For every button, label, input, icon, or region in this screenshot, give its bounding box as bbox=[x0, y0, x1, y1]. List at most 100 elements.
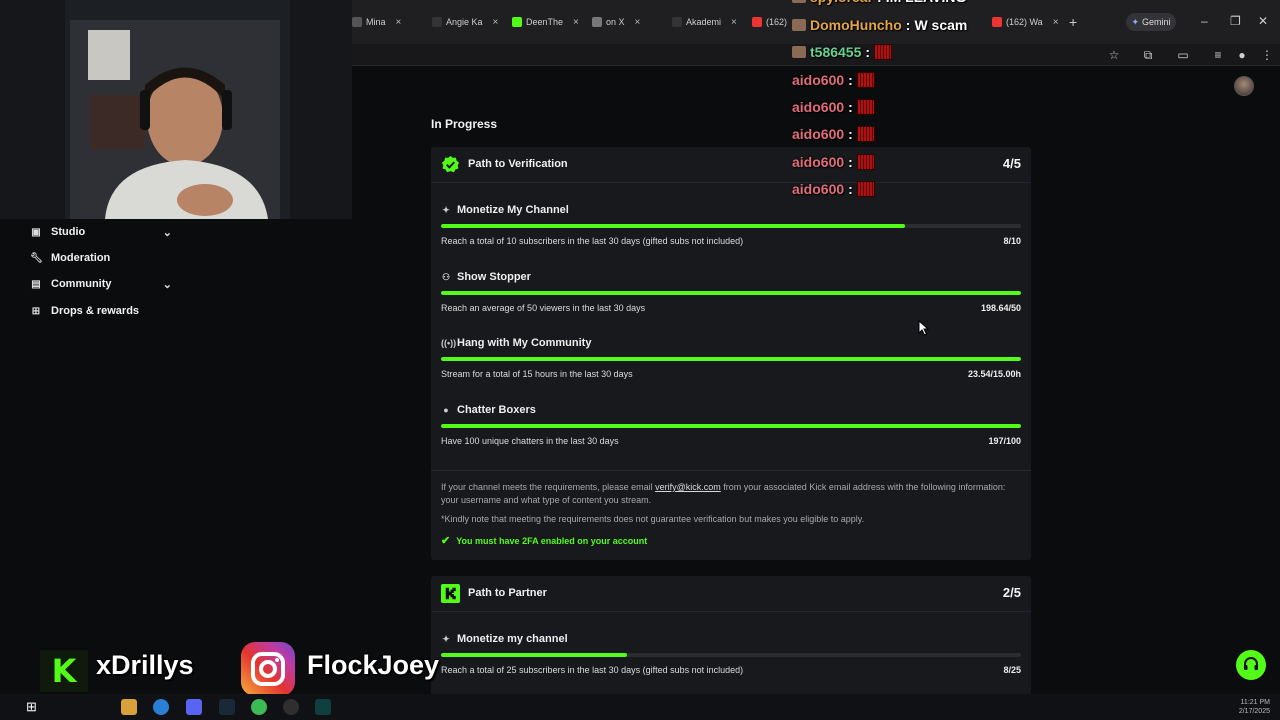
requirement-title: Monetize my channel bbox=[457, 633, 568, 645]
chat-username[interactable]: aido600 bbox=[792, 154, 844, 170]
tab-close-icon[interactable]: × bbox=[493, 17, 499, 28]
gift-icon: ⊞ bbox=[31, 305, 41, 317]
chat-username[interactable]: aido600 bbox=[792, 72, 844, 88]
sidebar-item-label: Studio bbox=[51, 226, 86, 238]
extensions-icon[interactable]: ⧉ bbox=[1141, 48, 1155, 62]
windows-start-icon[interactable]: ⊞ bbox=[26, 699, 42, 715]
browser-tab[interactable]: Akademi × bbox=[672, 12, 737, 32]
chat-username[interactable]: DomoHuncho bbox=[810, 17, 902, 33]
chevron-down-icon[interactable]: ⌄ bbox=[163, 278, 172, 291]
browser-tab[interactable]: Mina × bbox=[352, 12, 401, 32]
chat-badge-icon bbox=[792, 0, 806, 3]
chat-message: aido600: bbox=[792, 154, 875, 170]
chat-username[interactable]: spylorear bbox=[810, 0, 873, 5]
media-icon[interactable]: ≡ bbox=[1211, 48, 1225, 62]
chat-username[interactable]: aido600 bbox=[792, 99, 844, 115]
progress-fill bbox=[441, 653, 627, 657]
chat-message: DomoHuncho: W scam bbox=[792, 17, 967, 33]
clock-date: 2/17/2025 bbox=[1238, 708, 1270, 715]
chat-separator: : bbox=[848, 126, 853, 142]
chat-emote-icon bbox=[856, 126, 875, 142]
sparkle-icon: ✦ bbox=[442, 204, 450, 215]
viewers-icon: ⚇ bbox=[441, 271, 451, 282]
edge-icon[interactable] bbox=[153, 699, 169, 715]
menu-dots-icon[interactable]: ⋮ bbox=[1260, 48, 1274, 62]
gemini-icon: ✦ bbox=[1131, 16, 1140, 27]
requirement-value: 8/25 bbox=[1003, 665, 1021, 675]
section-title-in-progress: In Progress bbox=[431, 117, 498, 131]
bookmark-star-icon[interactable]: ☆ bbox=[1107, 48, 1121, 62]
tab-close-icon[interactable]: × bbox=[396, 17, 402, 28]
tab-close-icon[interactable]: × bbox=[1053, 17, 1059, 28]
requirement-value: 23.54/15.00h bbox=[967, 369, 1021, 379]
community-icon: ▤ bbox=[31, 278, 41, 290]
requirement-chatter-boxers: ● Chatter Boxers Have 100 unique chatters… bbox=[441, 403, 1021, 446]
progress-bar bbox=[441, 291, 1021, 295]
chat-separator: : bbox=[848, 99, 853, 115]
browser-tab[interactable]: Angie Ka × bbox=[432, 12, 498, 32]
card-title: Path to Verification bbox=[468, 158, 568, 170]
progress-fill bbox=[441, 424, 1021, 428]
user-avatar[interactable] bbox=[1234, 76, 1254, 96]
sidebar-item-community[interactable]: ▤ Community ⌄ bbox=[30, 274, 180, 294]
file-explorer-icon[interactable] bbox=[121, 699, 137, 715]
tab-close-icon[interactable]: × bbox=[635, 17, 641, 28]
chrome-icon[interactable] bbox=[251, 699, 267, 715]
discord-icon[interactable] bbox=[186, 699, 202, 715]
tab-close-icon[interactable]: × bbox=[731, 17, 737, 28]
profile-icon[interactable]: ● bbox=[1235, 48, 1249, 62]
progress-count: 2/5 bbox=[1002, 585, 1021, 600]
minimize-icon[interactable]: – bbox=[1201, 14, 1208, 28]
kick-handle: xDrillys bbox=[96, 650, 194, 680]
path-to-verification-card: Path to Verification 4/5 ✦ Monetize My Ch… bbox=[431, 147, 1031, 560]
windows-taskbar: ⊞ 11:21 PM 2/17/2025 bbox=[0, 694, 1280, 720]
gemini-button[interactable]: ✦ Gemini bbox=[1126, 13, 1176, 31]
path-to-partner-card: Path to Partner 2/5 ✦ Monetize my channel… bbox=[431, 576, 1031, 706]
twofa-label: You must have 2FA enabled on your accoun… bbox=[456, 535, 648, 546]
tab-favicon-icon bbox=[512, 17, 522, 27]
obs-icon[interactable] bbox=[283, 699, 299, 715]
instagram-logo bbox=[241, 642, 295, 696]
sidebar-item-studio[interactable]: ▣ Studio ⌄ bbox=[30, 222, 180, 242]
verify-email-link[interactable]: verify@kick.com bbox=[655, 482, 721, 492]
progress-fill bbox=[441, 291, 1021, 295]
chat-username[interactable]: t586455 bbox=[810, 44, 861, 60]
chat-separator: : bbox=[865, 44, 871, 60]
headset-icon bbox=[1244, 657, 1258, 670]
instagram-glyph bbox=[251, 652, 285, 686]
chevron-down-icon[interactable]: ⌄ bbox=[163, 226, 172, 239]
chat-username[interactable]: aido600 bbox=[792, 181, 844, 197]
tab-label: Angie Ka bbox=[446, 17, 483, 27]
tab-close-icon[interactable]: × bbox=[573, 17, 579, 28]
restore-icon[interactable]: ❐ bbox=[1230, 14, 1241, 28]
chat-username[interactable]: aido600 bbox=[792, 126, 844, 142]
tab-label: DeenThe bbox=[526, 17, 564, 27]
chat-message: aido600: bbox=[792, 72, 875, 88]
terminal-icon[interactable] bbox=[315, 699, 331, 715]
steam-icon[interactable] bbox=[219, 699, 235, 715]
browser-tab[interactable]: DeenThe × bbox=[512, 12, 579, 32]
note-text: If your channel meets the requirements, … bbox=[441, 482, 656, 492]
progress-bar bbox=[441, 424, 1021, 428]
sidebar-item-drops-rewards[interactable]: ⊞ Drops & rewards bbox=[30, 301, 180, 321]
chat-separator: : bbox=[848, 154, 853, 170]
chat-message: aido600: bbox=[792, 99, 875, 115]
browser-tab[interactable]: on X × bbox=[592, 12, 640, 32]
tab-label: Akademi bbox=[686, 17, 722, 27]
requirement-desc: Stream for a total of 15 hours in the la… bbox=[441, 369, 633, 379]
progress-bar bbox=[441, 224, 1021, 228]
chat-separator: : bbox=[877, 0, 882, 5]
chat-emote-icon bbox=[856, 181, 875, 197]
support-chat-button[interactable] bbox=[1236, 650, 1266, 680]
close-icon[interactable]: ✕ bbox=[1258, 14, 1268, 28]
verified-badge-icon bbox=[441, 155, 460, 173]
sidebar-item-moderation[interactable]: 🔧︎ Moderation bbox=[30, 248, 180, 268]
new-tab-button[interactable]: + bbox=[1069, 14, 1077, 30]
requirement-title: Show Stopper bbox=[457, 271, 531, 283]
requirement-show-stopper: ⚇ Show Stopper Reach an average of 50 vie… bbox=[441, 270, 1021, 313]
cast-icon[interactable]: ▭ bbox=[1176, 48, 1190, 62]
requirement-title: Monetize My Channel bbox=[457, 204, 569, 216]
mouse-cursor-icon bbox=[918, 320, 930, 336]
chat-emote-icon bbox=[874, 44, 893, 60]
chat-emote-icon bbox=[856, 72, 875, 88]
